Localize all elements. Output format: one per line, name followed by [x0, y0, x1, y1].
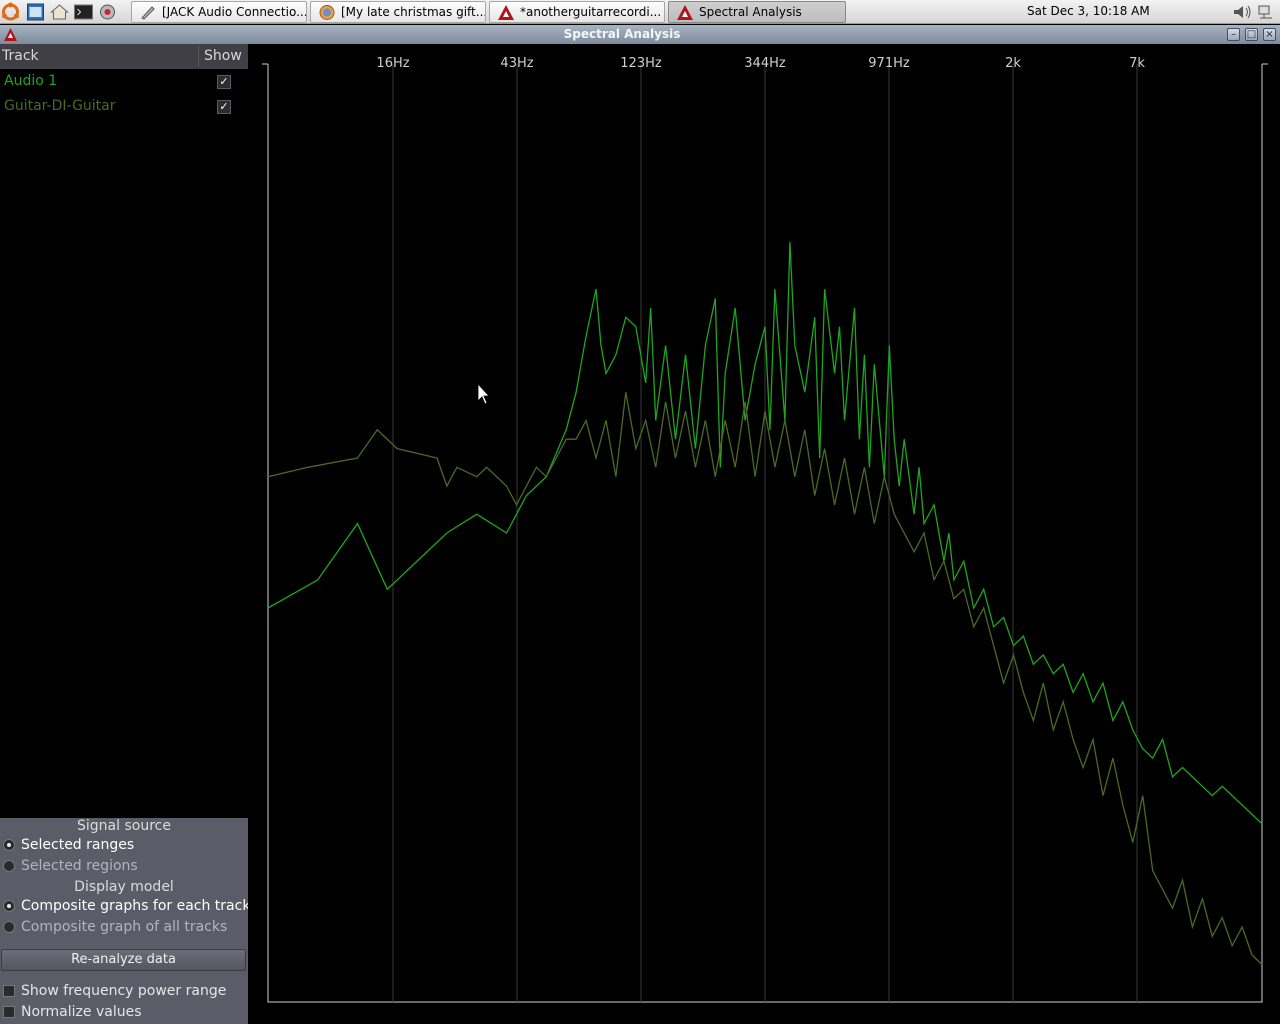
- track-name: Guitar-DI-Guitar: [4, 98, 116, 114]
- close-button[interactable]: ×: [1263, 28, 1276, 41]
- terminal-icon[interactable]: [73, 2, 94, 22]
- tick-label: 344Hz: [744, 56, 786, 71]
- track-row-guitar-di[interactable]: Guitar-DI-Guitar ✓: [0, 94, 248, 119]
- browser-launcher-icon[interactable]: [25, 2, 46, 22]
- track-list: Track Show Audio 1 ✓ Guitar-DI-Guitar ✓: [0, 44, 248, 818]
- checkbox-label: Normalize values: [21, 1004, 142, 1020]
- frequency-grid: [392, 64, 1138, 1002]
- tick-label: 2k: [1005, 56, 1021, 71]
- track-list-header: Track Show: [0, 44, 248, 69]
- task-label: [My late christmas gift...: [341, 5, 486, 19]
- radio-composite-each-track[interactable]: Composite graphs for each track: [0, 897, 251, 917]
- radio-selected-ranges[interactable]: Selected ranges: [0, 836, 248, 856]
- frequency-tick-labels: 16Hz 43Hz 123Hz 344Hz 971Hz 2k 7k: [376, 56, 1145, 71]
- reanalyze-button[interactable]: Re-analyze data: [1, 949, 246, 971]
- tick-label: 7k: [1129, 56, 1145, 71]
- normalize-checkbox[interactable]: Normalize values: [0, 1003, 248, 1023]
- radio-label: Selected regions: [21, 858, 138, 874]
- clock[interactable]: Sat Dec 3, 10:18 AM: [1027, 0, 1150, 24]
- signal-source-heading: Signal source: [77, 818, 171, 834]
- window-title: Spectral Analysis: [563, 27, 681, 41]
- radio-indicator[interactable]: [3, 921, 15, 933]
- window-titlebar[interactable]: Spectral Analysis – □ ×: [0, 25, 1280, 44]
- task-label: *anotherguitarrecordi...: [520, 5, 662, 19]
- network-icon[interactable]: [1256, 3, 1278, 21]
- ardour-icon: [677, 5, 693, 20]
- show-track-checkbox[interactable]: ✓: [217, 100, 231, 114]
- spectrum-chart[interactable]: 16Hz 43Hz 123Hz 344Hz 971Hz 2k 7k: [248, 44, 1280, 1024]
- volume-icon[interactable]: [1231, 3, 1253, 21]
- radio-label: Selected ranges: [21, 837, 135, 853]
- checkbox-box[interactable]: [3, 985, 15, 997]
- tick-label: 971Hz: [868, 56, 910, 71]
- task-label: Spectral Analysis: [699, 5, 802, 19]
- task-spectral-analysis[interactable]: Spectral Analysis: [668, 1, 846, 23]
- top-panel: [JACK Audio Connectio... [My late christ…: [0, 0, 1280, 24]
- checkbox-box[interactable]: [3, 1006, 15, 1018]
- ubuntu-menu-icon[interactable]: [0, 2, 21, 22]
- track-column-header[interactable]: Track: [2, 48, 39, 64]
- task-label: [JACK Audio Connectio...: [162, 5, 307, 19]
- tick-label: 16Hz: [376, 56, 409, 71]
- tick-label: 123Hz: [620, 56, 662, 71]
- pencil-icon: [141, 6, 155, 20]
- show-track-checkbox[interactable]: ✓: [217, 75, 231, 89]
- radio-indicator[interactable]: [3, 900, 15, 912]
- system-tools-icon[interactable]: [97, 2, 118, 22]
- radio-label: Composite graphs for each track: [21, 898, 251, 914]
- column-separator: [198, 46, 199, 67]
- radio-selected-regions[interactable]: Selected regions: [0, 857, 248, 877]
- task-jack[interactable]: [JACK Audio Connectio...: [131, 1, 307, 23]
- show-power-range-checkbox[interactable]: Show frequency power range: [0, 982, 248, 1002]
- display-model-heading: Display model: [74, 879, 174, 895]
- radio-indicator[interactable]: [3, 839, 15, 851]
- track-row-audio-1[interactable]: Audio 1 ✓: [0, 69, 248, 94]
- show-column-header[interactable]: Show: [204, 48, 242, 64]
- track-name: Audio 1: [4, 73, 58, 89]
- home-folder-icon[interactable]: [49, 2, 70, 22]
- firefox-icon: [319, 5, 335, 20]
- tick-label: 43Hz: [500, 56, 533, 71]
- radio-indicator[interactable]: [3, 860, 15, 872]
- task-ardour-session[interactable]: *anotherguitarrecordi...: [489, 1, 665, 23]
- spectrum-graph[interactable]: 16Hz 43Hz 123Hz 344Hz 971Hz 2k 7k: [248, 44, 1280, 1024]
- checkbox-label: Show frequency power range: [21, 983, 227, 999]
- options-panel: Signal source Selected ranges Selected r…: [0, 818, 251, 1024]
- minimize-button[interactable]: –: [1227, 28, 1240, 41]
- mouse-cursor-icon: [477, 382, 490, 405]
- maximize-button[interactable]: □: [1245, 28, 1258, 41]
- radio-composite-all-tracks[interactable]: Composite graph of all tracks: [0, 918, 248, 938]
- ardour-icon: [498, 5, 514, 20]
- radio-label: Composite graph of all tracks: [21, 919, 228, 935]
- task-firefox[interactable]: [My late christmas gift...: [310, 1, 486, 23]
